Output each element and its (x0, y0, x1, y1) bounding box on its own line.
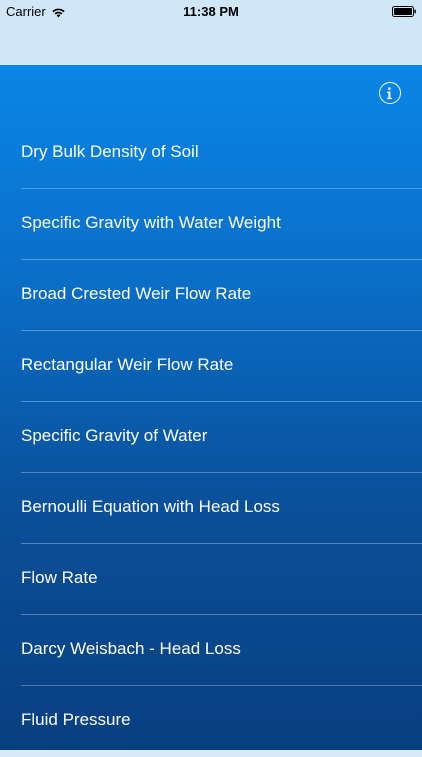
status-bar: Carrier 11:38 PM (0, 0, 422, 22)
menu-item-label: Broad Crested Weir Flow Rate (21, 284, 252, 303)
menu-item-label: Specific Gravity with Water Weight (21, 213, 281, 232)
menu-item-specific-gravity-with-water-weight[interactable]: Specific Gravity with Water Weight (0, 189, 422, 260)
menu-item-label: Darcy Weisbach - Head Loss (21, 639, 241, 658)
menu-item-fluid-pressure[interactable]: Fluid Pressure (0, 686, 422, 757)
menu-item-rectangular-weir-flow-rate[interactable]: Rectangular Weir Flow Rate (0, 331, 422, 402)
battery-icon (392, 5, 416, 17)
menu-item-flow-rate[interactable]: Flow Rate (0, 544, 422, 615)
menu-item-specific-gravity-of-water[interactable]: Specific Gravity of Water (0, 402, 422, 473)
menu-item-label: Flow Rate (21, 568, 98, 587)
menu-item-label: Rectangular Weir Flow Rate (21, 355, 234, 374)
calculator-list-panel: Dry Bulk Density of Soil Specific Gravit… (0, 65, 422, 750)
menu-item-broad-crested-weir-flow-rate[interactable]: Broad Crested Weir Flow Rate (0, 260, 422, 331)
info-icon[interactable] (379, 82, 401, 104)
menu-item-label: Dry Bulk Density of Soil (21, 142, 199, 161)
menu-item-label: Specific Gravity of Water (21, 426, 208, 445)
menu-item-bernoulli-equation-with-head-loss[interactable]: Bernoulli Equation with Head Loss (0, 473, 422, 544)
status-time: 11:38 PM (183, 4, 239, 19)
menu-item-label: Bernoulli Equation with Head Loss (21, 497, 280, 516)
calculator-menu-list: Dry Bulk Density of Soil Specific Gravit… (0, 118, 422, 757)
menu-item-darcy-weisbach-head-loss[interactable]: Darcy Weisbach - Head Loss (0, 615, 422, 686)
menu-item-dry-bulk-density-of-soil[interactable]: Dry Bulk Density of Soil (0, 118, 422, 189)
menu-item-label: Fluid Pressure (21, 710, 131, 729)
